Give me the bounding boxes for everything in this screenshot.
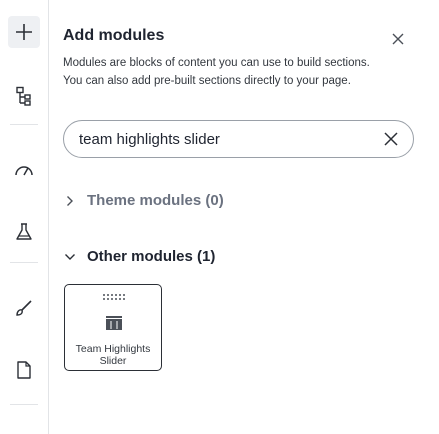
module-search-input[interactable]	[79, 121, 369, 157]
page-settings-button[interactable]	[8, 354, 40, 386]
design-button[interactable]	[8, 292, 40, 324]
close-icon	[392, 33, 404, 45]
test-button[interactable]	[8, 216, 40, 248]
description-line: Modules are blocks of content you can us…	[63, 57, 370, 69]
performance-button[interactable]	[8, 154, 40, 186]
module-icon	[106, 316, 122, 330]
module-name: Team Highlights Slider	[65, 343, 161, 367]
chevron-right-icon	[63, 194, 77, 208]
other-modules-section-toggle[interactable]: Other modules (1)	[63, 248, 215, 265]
panel-title: Add modules	[63, 27, 165, 44]
layout-tree-button[interactable]	[8, 80, 40, 112]
plus-icon	[16, 24, 32, 40]
description-line: You can also add pre-built sections dire…	[63, 75, 351, 87]
theme-modules-label: Theme modules (0)	[87, 192, 224, 209]
gauge-icon	[15, 166, 33, 176]
clear-search-button[interactable]	[383, 131, 399, 147]
brush-icon	[16, 300, 32, 316]
close-button[interactable]	[389, 30, 407, 48]
close-icon	[384, 132, 398, 146]
flask-icon	[16, 223, 32, 240]
module-search-field[interactable]	[63, 120, 414, 158]
drag-handle-icon	[103, 294, 125, 300]
add-modules-panel: Add modules Modules are blocks of conten…	[48, 0, 439, 434]
theme-modules-section-toggle[interactable]: Theme modules (0)	[63, 192, 224, 209]
module-name-line: Slider	[99, 355, 127, 367]
module-card-team-highlights-slider[interactable]: Team Highlights Slider	[64, 284, 162, 371]
module-name-line: Team Highlights	[75, 343, 151, 355]
chevron-down-icon	[63, 250, 77, 264]
tree-structure-icon	[16, 86, 31, 106]
panel-description: Modules are blocks of content you can us…	[63, 54, 403, 90]
left-tool-rail	[0, 0, 49, 434]
add-modules-button[interactable]	[8, 16, 40, 48]
other-modules-label: Other modules (1)	[87, 248, 216, 265]
page-icon	[17, 361, 31, 379]
